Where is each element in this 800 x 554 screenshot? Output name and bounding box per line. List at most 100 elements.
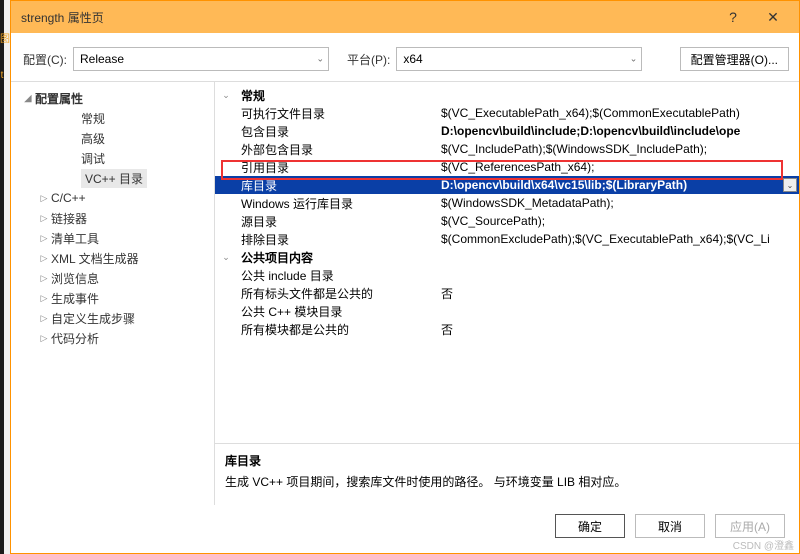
footer: 确定 取消 应用(A): [11, 505, 799, 547]
property-row[interactable]: 公共 include 目录⌄: [215, 266, 799, 284]
tree-twisty-icon: ▷: [37, 333, 51, 344]
property-row[interactable]: 包含目录D:\opencv\build\include;D:\opencv\bu…: [215, 122, 799, 140]
tree-item[interactable]: ▷自定义生成步骤: [11, 308, 214, 328]
property-value[interactable]: $(VC_SourcePath);: [441, 214, 799, 228]
property-key: 排除目录: [237, 231, 441, 248]
property-row[interactable]: 可执行文件目录$(VC_ExecutablePath_x64);$(Common…: [215, 104, 799, 122]
property-key: 源目录: [237, 213, 441, 230]
tree-item[interactable]: VC++ 目录: [11, 168, 214, 188]
platform-combo[interactable]: x64 ⌄: [396, 47, 642, 71]
expander-icon: ⌄: [215, 90, 237, 101]
property-key: 引用目录: [237, 159, 441, 176]
property-value[interactable]: D:\opencv\build\x64\vc15\lib;$(LibraryPa…: [441, 178, 783, 192]
tree-item-label: 常规: [81, 110, 105, 127]
property-key: 可执行文件目录: [237, 105, 441, 122]
tree-item[interactable]: ▷代码分析: [11, 328, 214, 348]
config-combo[interactable]: Release ⌄: [73, 47, 329, 71]
property-key: 包含目录: [237, 123, 441, 140]
config-row: 配置(C): Release ⌄ 平台(P): x64 ⌄ 配置管理器(O)..…: [11, 33, 799, 81]
config-label: 配置(C):: [23, 51, 67, 68]
property-row[interactable]: 所有模块都是公共的否⌄: [215, 320, 799, 338]
dropdown-icon[interactable]: ⌄: [783, 178, 797, 192]
side-glyph-1: 图: [0, 30, 4, 45]
property-row[interactable]: Windows 运行库目录$(WindowsSDK_MetadataPath);…: [215, 194, 799, 212]
property-key: 公共 C++ 模块目录: [237, 303, 441, 320]
tree-twisty-icon: ▷: [37, 193, 51, 204]
config-value: Release: [80, 52, 124, 66]
platform-value: x64: [403, 52, 422, 66]
tree-item-label: C/C++: [51, 191, 86, 205]
property-key: 所有模块都是公共的: [237, 321, 441, 338]
tree-twisty-icon: ▷: [37, 273, 51, 284]
tree-item[interactable]: ▷浏览信息: [11, 268, 214, 288]
property-value[interactable]: 否: [441, 285, 799, 302]
tree-item[interactable]: 高级: [11, 128, 214, 148]
apply-button[interactable]: 应用(A): [715, 514, 785, 538]
tree-item-label: 自定义生成步骤: [51, 310, 135, 327]
tree-item[interactable]: ▷生成事件: [11, 288, 214, 308]
property-key: 常规: [237, 87, 441, 104]
tree-item-label: XML 文档生成器: [51, 250, 139, 267]
ok-button[interactable]: 确定: [555, 514, 625, 538]
tree-twisty-icon: ▷: [37, 253, 51, 264]
property-key: 公共项目内容: [237, 249, 441, 266]
property-row[interactable]: 库目录D:\opencv\build\x64\vc15\lib;$(Librar…: [215, 176, 799, 194]
tree-item[interactable]: 调试: [11, 148, 214, 168]
dialog-body: ◢配置属性常规高级调试VC++ 目录▷C/C++▷链接器▷清单工具▷XML 文档…: [11, 81, 799, 505]
tree-item-label: 链接器: [51, 210, 87, 227]
chevron-down-icon: ⌄: [630, 54, 638, 65]
tree-item-label: 高级: [81, 130, 105, 147]
tree-item-label: 清单工具: [51, 230, 99, 247]
window-title: strength 属性页: [21, 9, 713, 26]
tree-item-label: 浏览信息: [51, 270, 99, 287]
tree-twisty-icon: ▷: [37, 293, 51, 304]
tree-twisty-icon: ▷: [37, 213, 51, 224]
property-key: 公共 include 目录: [237, 267, 441, 284]
property-value[interactable]: $(WindowsSDK_MetadataPath);: [441, 196, 799, 210]
property-value[interactable]: $(VC_ReferencesPath_x64);: [441, 160, 799, 174]
platform-label: 平台(P):: [347, 51, 390, 68]
tree-item[interactable]: ▷链接器: [11, 208, 214, 228]
tree-item-label: VC++ 目录: [81, 169, 147, 188]
tree-twisty-icon: ▷: [37, 313, 51, 324]
property-value[interactable]: 否: [441, 321, 799, 338]
property-value[interactable]: $(VC_ExecutablePath_x64);$(CommonExecuta…: [441, 106, 799, 120]
property-row[interactable]: 公共 C++ 模块目录⌄: [215, 302, 799, 320]
tree-item[interactable]: ▷清单工具: [11, 228, 214, 248]
nav-tree[interactable]: ◢配置属性常规高级调试VC++ 目录▷C/C++▷链接器▷清单工具▷XML 文档…: [11, 82, 215, 505]
property-row[interactable]: 所有标头文件都是公共的否⌄: [215, 284, 799, 302]
help-button[interactable]: ?: [713, 1, 753, 33]
property-grid[interactable]: ⌄常规⌄可执行文件目录$(VC_ExecutablePath_x64);$(Co…: [215, 82, 799, 443]
property-value[interactable]: $(CommonExcludePath);$(VC_ExecutablePath…: [441, 232, 799, 246]
tree-item[interactable]: ▷C/C++: [11, 188, 214, 208]
property-group[interactable]: ⌄常规⌄: [215, 86, 799, 104]
property-dialog: strength 属性页 ? ✕ 配置(C): Release ⌄ 平台(P):…: [10, 0, 800, 554]
watermark: CSDN @澄鑫: [733, 537, 794, 552]
tree-item-label: 生成事件: [51, 290, 99, 307]
ide-sidebar: [0, 0, 4, 554]
close-button[interactable]: ✕: [753, 1, 793, 33]
description-title: 库目录: [225, 452, 789, 469]
property-row[interactable]: 引用目录$(VC_ReferencesPath_x64);⌄: [215, 158, 799, 176]
tree-item-label: 代码分析: [51, 330, 99, 347]
property-row[interactable]: 外部包含目录$(VC_IncludePath);$(WindowsSDK_Inc…: [215, 140, 799, 158]
tree-item[interactable]: ◢配置属性: [11, 88, 214, 108]
tree-twisty-icon: ◢: [21, 93, 35, 104]
property-key: 库目录: [237, 177, 441, 194]
tree-item[interactable]: ▷XML 文档生成器: [11, 248, 214, 268]
description-body: 生成 VC++ 项目期间，搜索库文件时使用的路径。 与环境变量 LIB 相对应。: [225, 473, 789, 490]
config-manager-button[interactable]: 配置管理器(O)...: [680, 47, 789, 71]
property-group[interactable]: ⌄公共项目内容⌄: [215, 248, 799, 266]
right-pane: ⌄常规⌄可执行文件目录$(VC_ExecutablePath_x64);$(Co…: [215, 82, 799, 505]
property-key: 外部包含目录: [237, 141, 441, 158]
tree-twisty-icon: ▷: [37, 233, 51, 244]
property-row[interactable]: 源目录$(VC_SourcePath);⌄: [215, 212, 799, 230]
property-key: 所有标头文件都是公共的: [237, 285, 441, 302]
cancel-button[interactable]: 取消: [635, 514, 705, 538]
description-panel: 库目录 生成 VC++ 项目期间，搜索库文件时使用的路径。 与环境变量 LIB …: [215, 443, 799, 505]
property-value[interactable]: D:\opencv\build\include;D:\opencv\build\…: [441, 124, 799, 138]
tree-item-label: 调试: [81, 150, 105, 167]
tree-item[interactable]: 常规: [11, 108, 214, 128]
property-value[interactable]: $(VC_IncludePath);$(WindowsSDK_IncludePa…: [441, 142, 799, 156]
property-row[interactable]: 排除目录$(CommonExcludePath);$(VC_Executable…: [215, 230, 799, 248]
